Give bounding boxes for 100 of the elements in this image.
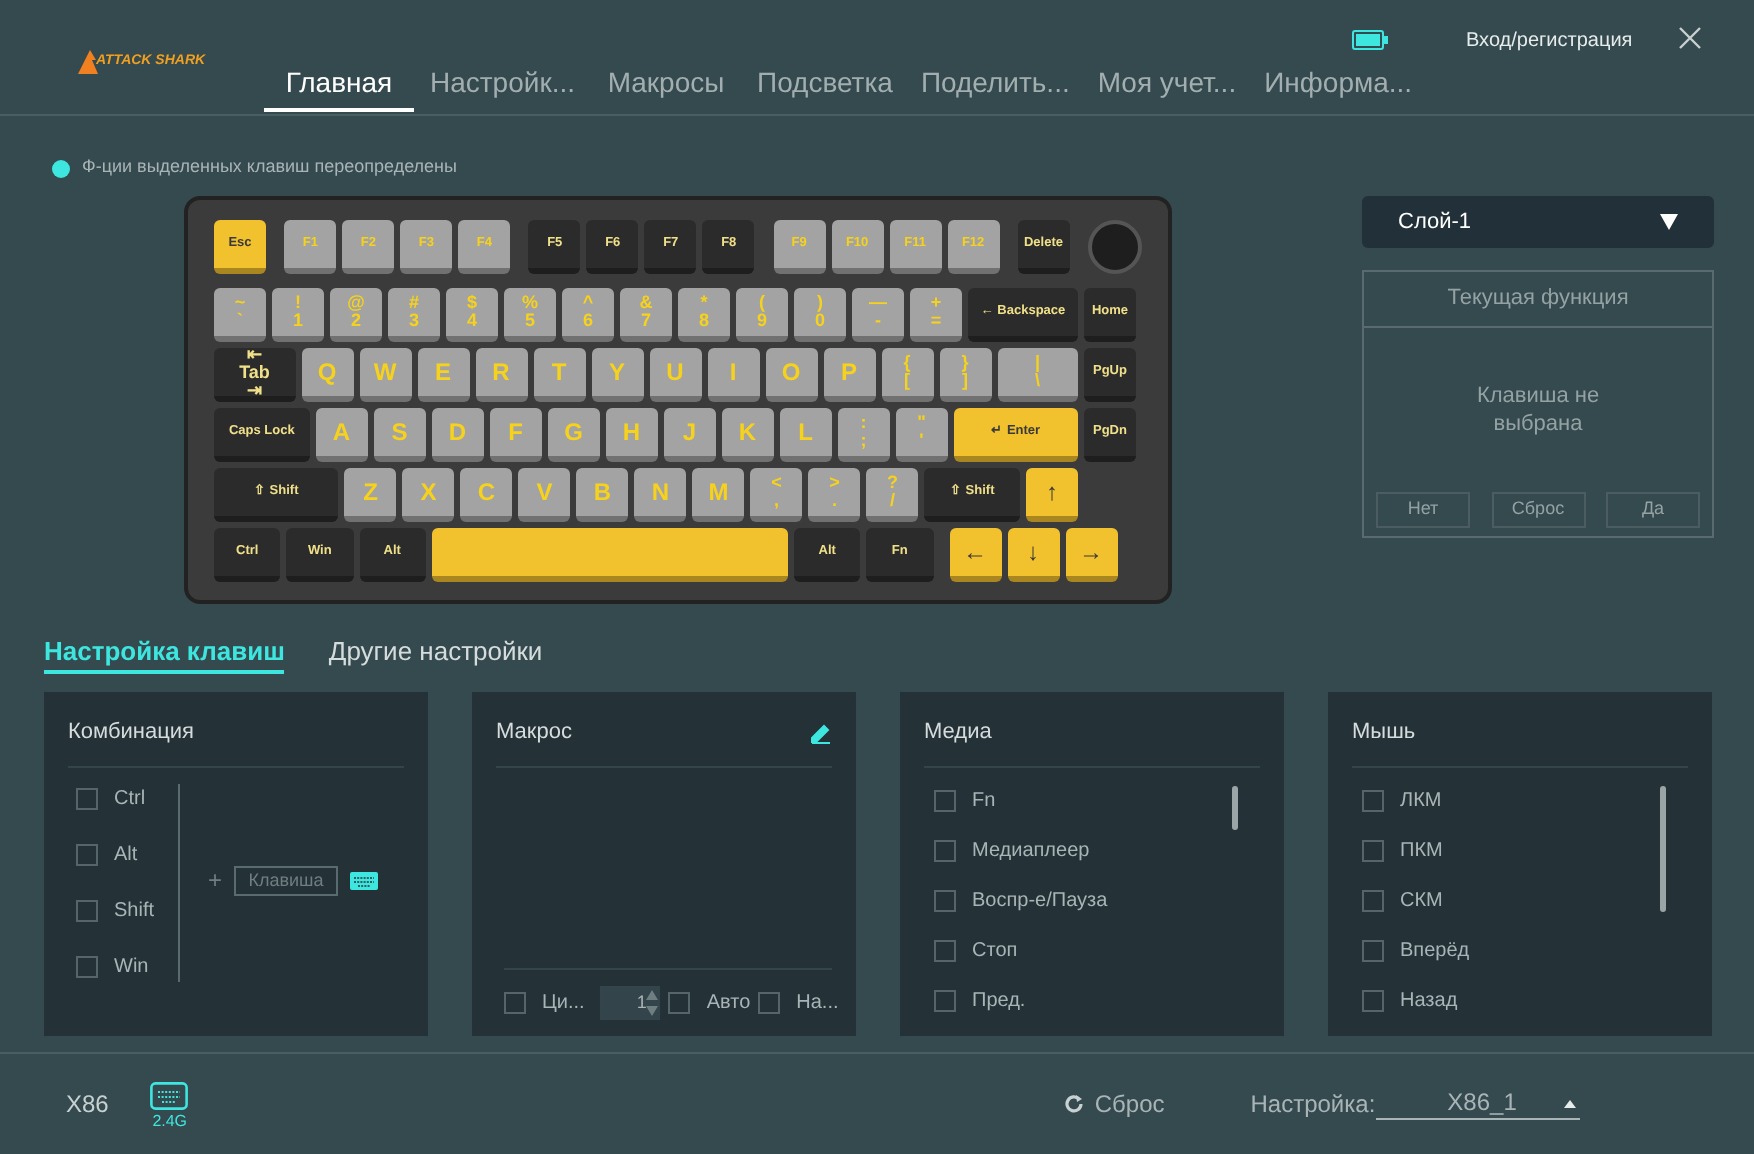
keyboard-key[interactable]: ( 9: [736, 288, 788, 342]
keyboard-key[interactable]: ! 1: [272, 288, 324, 342]
function-button[interactable]: Нет: [1376, 492, 1470, 528]
checkbox[interactable]: [504, 992, 526, 1014]
keyboard-key[interactable]: + =: [910, 288, 962, 342]
keyboard-key[interactable]: I: [707, 348, 759, 402]
keyboard-key[interactable]: # 3: [388, 288, 440, 342]
keyboard-key[interactable]: ↑: [1026, 468, 1078, 522]
close-icon[interactable]: [1678, 26, 1702, 50]
keyboard-key[interactable]: J: [663, 408, 716, 462]
checkbox-label: Пред.: [972, 987, 1026, 1015]
settings-tab[interactable]: Другие настройки: [328, 634, 543, 674]
nav-tab[interactable]: Поделить...: [908, 62, 1082, 112]
checkbox[interactable]: [934, 839, 956, 861]
nav-tab[interactable]: Подсветка: [745, 62, 905, 112]
keyboard-key[interactable]: M: [692, 468, 745, 522]
keyboard-key[interactable]: " ': [895, 408, 948, 462]
nav-tab[interactable]: Моя учет...: [1085, 62, 1249, 112]
keyboard-key[interactable]: Q: [301, 348, 353, 402]
checkbox[interactable]: [76, 955, 98, 977]
settings-tab[interactable]: Настройка клавиш: [44, 634, 285, 674]
keyboard-key[interactable]: D: [431, 408, 484, 462]
keyboard-key[interactable]: H: [605, 408, 658, 462]
keyboard-key[interactable]: A: [315, 408, 368, 462]
keyboard-key[interactable]: } ]: [939, 348, 991, 402]
keyboard-key[interactable]: % 5: [504, 288, 556, 342]
nav-tab[interactable]: Информа...: [1252, 62, 1425, 112]
keyboard-key[interactable]: K: [721, 408, 774, 462]
keyboard-key[interactable]: S: [373, 408, 426, 462]
keyboard-key[interactable]: Y: [591, 348, 643, 402]
nav-tab[interactable]: Настройк...: [418, 62, 587, 112]
knob[interactable]: [1087, 220, 1142, 274]
checkbox[interactable]: [1362, 939, 1384, 961]
edit-pencil-icon[interactable]: [810, 721, 832, 744]
keyboard-key[interactable]: < ,: [750, 468, 803, 522]
login-link[interactable]: Вход/регистрация: [1466, 26, 1633, 56]
checkbox[interactable]: [76, 787, 98, 809]
checkbox[interactable]: [76, 899, 98, 921]
count-spinner[interactable]: 1: [600, 986, 661, 1020]
scrollbar[interactable]: [1660, 785, 1666, 911]
reset-button[interactable]: Сброс: [1064, 1086, 1165, 1122]
keyboard-key[interactable]: @ 2: [330, 288, 382, 342]
checkbox[interactable]: [1362, 989, 1384, 1011]
checkbox[interactable]: [76, 843, 98, 865]
keyboard-key[interactable]: ~ `: [214, 288, 266, 342]
keyboard-key[interactable]: O: [765, 348, 817, 402]
keyboard-key[interactable]: Z: [344, 468, 397, 522]
layer-dropdown[interactable]: Слой-1: [1362, 196, 1714, 248]
keyboard-key[interactable]: C: [460, 468, 513, 522]
nav-tab[interactable]: Главная: [264, 62, 414, 112]
keyboard-key[interactable]: X: [402, 468, 455, 522]
checkbox[interactable]: [934, 939, 956, 961]
keyboard-key[interactable]: $ 4: [446, 288, 498, 342]
keyboard-key[interactable]: [431, 528, 788, 582]
checkbox-label: Win: [114, 953, 149, 981]
checkbox[interactable]: [934, 889, 956, 911]
checkbox[interactable]: [1362, 889, 1384, 911]
keyboard-key[interactable]: R: [475, 348, 527, 402]
checkbox[interactable]: [1362, 789, 1384, 811]
checkbox[interactable]: [668, 992, 691, 1014]
keyboard-key[interactable]: ? /: [866, 468, 919, 522]
keyboard-key[interactable]: B: [576, 468, 629, 522]
checkbox[interactable]: [758, 992, 781, 1014]
key-input-field[interactable]: Клавиша: [234, 865, 339, 895]
keyboard-key[interactable]: →: [1065, 528, 1117, 582]
keyboard-key[interactable]: ⇤ Tab ⇥: [214, 348, 295, 402]
keyboard-key[interactable]: N: [634, 468, 687, 522]
keyboard-key[interactable]: ←: [949, 528, 1001, 582]
keyboard-key[interactable]: ↓: [1007, 528, 1059, 582]
panel-title: Комбинация: [68, 718, 195, 748]
keyboard-key[interactable]: — -: [852, 288, 904, 342]
checkbox[interactable]: [934, 789, 956, 811]
keyboard-key[interactable]: > .: [808, 468, 861, 522]
keyboard-key[interactable]: W: [359, 348, 411, 402]
keyboard-key[interactable]: F: [489, 408, 542, 462]
keyboard-key[interactable]: T: [533, 348, 585, 402]
function-button[interactable]: Да: [1606, 492, 1700, 528]
keyboard-key[interactable]: | \: [997, 348, 1078, 402]
keyboard-key[interactable]: V: [518, 468, 571, 522]
keyboard-key[interactable]: L: [779, 408, 832, 462]
spinner-arrows-icon[interactable]: [646, 990, 659, 1016]
checkbox[interactable]: [1362, 839, 1384, 861]
keyboard-key[interactable]: ^ 6: [562, 288, 614, 342]
keyboard-key[interactable]: * 8: [678, 288, 730, 342]
keyboard-key[interactable]: P: [823, 348, 875, 402]
function-button[interactable]: Сброс: [1491, 492, 1585, 528]
keyboard-key[interactable]: E: [417, 348, 469, 402]
checkbox[interactable]: [934, 989, 956, 1011]
keyboard-icon[interactable]: [350, 871, 379, 889]
keyboard-key[interactable]: & 7: [620, 288, 672, 342]
keyboard-key[interactable]: { [: [881, 348, 933, 402]
scrollbar[interactable]: [1232, 785, 1238, 829]
keyboard-key[interactable]: ) 0: [794, 288, 846, 342]
profile-dropdown[interactable]: X86_1: [1375, 1088, 1580, 1120]
keyboard-key[interactable]: G: [547, 408, 600, 462]
keyboard-key[interactable]: : ;: [837, 408, 890, 462]
nav-tab[interactable]: Макросы: [591, 62, 741, 112]
checkbox-label: ПКМ: [1400, 837, 1443, 865]
keyboard-icon[interactable]: [150, 1082, 189, 1110]
keyboard-key[interactable]: U: [649, 348, 701, 402]
